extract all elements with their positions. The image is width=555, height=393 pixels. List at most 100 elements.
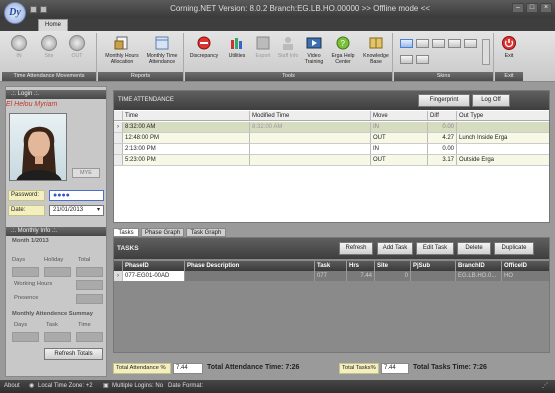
monthly-hours-allocation-button[interactable]: Monthly Hours Allocation [102,35,142,65]
col-pjsub[interactable]: PjSub [411,261,456,271]
cell-modified [250,144,371,154]
resize-grip-icon[interactable]: ⋰ [542,380,548,393]
group-label: Time Attendance Movements [2,72,96,81]
cell-diff: 4.27 [428,133,457,143]
staff-icon [283,37,293,50]
col-branch-id[interactable]: BranchID [456,261,502,271]
cell-phase-description [185,271,315,281]
cell-diff: 0.00 [428,144,457,154]
multiple-logins-status: Multiple Logins: No [112,383,164,389]
mye-button[interactable]: MYE [72,168,100,178]
refresh-totals-button[interactable]: Refresh Totals [44,348,103,360]
edit-task-button[interactable]: Edit Task [416,242,454,255]
table-row[interactable]: 12:48:00 PM OUT 4.27 Lunch Inside Erga [114,133,549,144]
chevron-down-icon[interactable]: ▾ [97,206,100,215]
discrepancy-icon [197,36,211,50]
svg-text:?: ? [341,39,346,48]
out-button[interactable]: OUT [68,35,86,59]
logoff-button[interactable]: Log Off [472,94,510,107]
about-link[interactable]: About [4,380,20,393]
cell-time: 5:23:00 PM [123,155,250,165]
cell-diff: 0.00 [428,122,457,132]
close-button[interactable]: × [540,3,552,13]
login-header: .:. Login .:. [6,90,106,99]
password-label: Password: [8,190,45,201]
col-site[interactable]: Site [375,261,411,271]
col-phase-id[interactable]: PhaseID [123,261,185,271]
col-diff[interactable]: Diff [428,111,457,120]
tab-tasks[interactable]: Tasks [113,228,139,237]
discrepancy-button[interactable]: Discrepancy [187,35,221,59]
knowledge-base-button[interactable]: Knowledge Base [361,35,391,65]
total-attendance-pct-value: 7.44 [173,363,203,374]
row-indicator-icon: › [114,122,123,132]
group-skins: Skins [394,33,494,81]
site-button[interactable]: Site [40,35,58,59]
skin-option[interactable] [432,39,445,48]
group-exit: Exit Exit [495,33,523,81]
cell-task: 077 [315,271,347,281]
video-training-button[interactable]: Video Training [301,35,327,65]
utilities-icon [231,38,242,49]
skin-option[interactable] [448,39,461,48]
duplicate-button[interactable]: Duplicate [494,242,534,255]
skin-gallery-scroll[interactable] [482,39,490,65]
col-modified-time[interactable]: Modified Time [250,111,371,120]
col-move[interactable]: Move [371,111,428,120]
cell-move: OUT [371,155,428,165]
col-phase-description[interactable]: Phase Description [185,261,315,271]
summary-days-label: Days [14,322,28,328]
add-task-button[interactable]: Add Task [377,242,413,255]
cell-phase-id: 077-EG01-00AD [123,271,185,281]
globe-icon: ◉ [29,383,35,389]
table-row[interactable]: › 077-EG01-00AD 077 7.44 0 EG.LB.HO.0...… [114,271,549,281]
maximize-button[interactable]: □ [526,3,538,13]
in-button[interactable]: IN [10,35,28,59]
site-icon [41,35,57,51]
col-office-id[interactable]: OfficeID [502,261,551,271]
skin-option[interactable] [416,39,429,48]
skin-option[interactable] [464,39,477,48]
staff-info-button[interactable]: Staff Info [277,35,299,59]
reports-icon [114,36,128,50]
export-button[interactable]: Export [251,35,275,59]
password-field[interactable]: ●●●● [49,190,104,201]
delete-button[interactable]: Delete [457,242,491,255]
skin-option[interactable] [416,55,429,64]
tab-home[interactable]: Home [38,19,68,31]
app-logo[interactable]: Dy [4,2,26,24]
col-out-type[interactable]: Out Type [457,111,551,120]
ribbon-tabstrip [0,18,555,31]
help-icon: ? [336,36,350,50]
tab-phase-graph[interactable]: Phase Graph [141,228,184,237]
table-row[interactable]: › 8:32:00 AM 8:32:00 AM IN 0.00 [114,122,549,133]
col-hrs[interactable]: Hrs [347,261,375,271]
quick-access-icon[interactable] [40,6,47,13]
totals-footer: Total Attendance % 7.44 Total Attendance… [113,362,550,375]
minimize-button[interactable]: – [512,3,524,13]
refresh-button[interactable]: Refresh [339,242,373,255]
skin-option[interactable] [400,55,413,64]
monthly-time-attendance-button[interactable]: Monthly Time Attendance [142,35,182,65]
utilities-button[interactable]: Utilities [223,35,251,59]
status-bar: About ◉ Local Time Zone: +2 ▣ Multiple L… [0,380,555,393]
quick-access-icon[interactable] [30,6,37,13]
cell-office-id: HO [504,273,513,279]
cell-branch-id: EG.LB.HO.0... [456,271,502,281]
erga-help-center-button[interactable]: ? Erga Help Center [329,35,357,65]
total-label: Total [78,257,91,263]
date-picker[interactable]: 21/01/2013 ▾ [49,205,104,216]
table-row[interactable]: 5:23:00 PM OUT 3.17 Outside Erga [114,155,549,166]
table-row[interactable]: 2:13:00 PM IN 0.00 [114,144,549,155]
group-label: Tools [185,72,392,81]
out-icon [69,35,85,51]
exit-button[interactable]: Exit [499,35,519,59]
col-time[interactable]: Time [123,111,250,120]
date-format-status: Date Format: [168,383,204,389]
book-icon [369,37,383,49]
title-bar: Corning.NET Version: 8.0.2 Branch:EG.LB.… [0,0,555,18]
fingerprint-button[interactable]: Fingerprint [418,94,470,107]
col-task[interactable]: Task [315,261,347,271]
skin-option[interactable] [400,39,413,48]
tab-task-graph[interactable]: Task Graph [186,228,226,237]
